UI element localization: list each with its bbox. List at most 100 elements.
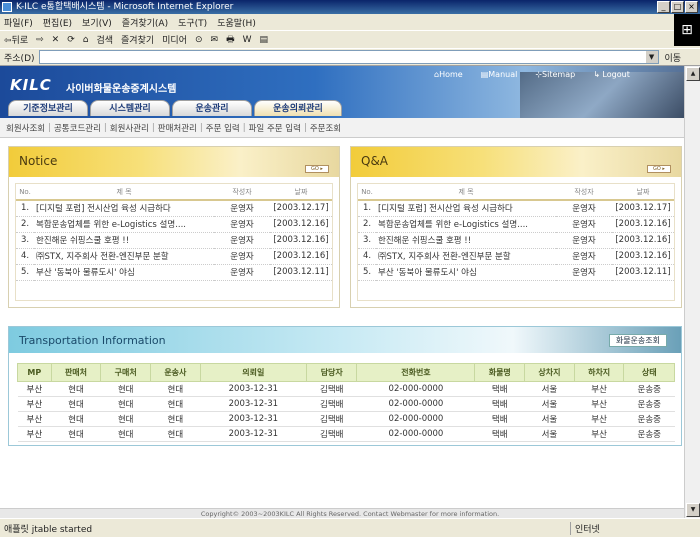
vertical-scrollbar[interactable]: ▲ ▼ [684,66,700,518]
media-button[interactable]: 미디어 [162,33,187,46]
tab-base-info[interactable]: 기준정보관리 [8,100,88,116]
notice-link[interactable]: 복합운송업체를 위한 e-Logistics 설명.... [34,216,214,233]
transport-table: MP 판매처 구매처 운송사 의뢰일 담당자 전화번호 화물명 상차지 하차지 … [17,363,675,442]
table-row[interactable]: 부산 현대 현대 현대 2003-12-31 김택배 02-000-0000 택배 서울 부산 운송… [17,411,675,427]
windows-logo-icon: ⊞ [674,14,700,46]
forward-button[interactable]: ⇨ [36,35,44,45]
stop-button[interactable]: ✕ [52,35,60,45]
qa-link[interactable]: 한진해운 쉬핑스쿨 호평 !! [376,232,556,249]
title-bar: K-ILC e통합택배시스템 - Microsoft Internet Expl… [0,0,700,14]
home-button[interactable]: ⌂ [83,35,89,45]
back-button[interactable]: ⇦뒤로 [4,33,28,46]
subnav-member-search[interactable]: 회원사조회 [6,122,45,134]
col-author: 작성자 [556,184,612,201]
subnav-member-manage[interactable]: 회원사관리 [110,122,149,134]
table-row[interactable]: 부산 현대 현대 현대 2003-12-31 김택배 02-000-0000 택배 서울 부산 운송… [17,381,675,397]
table-row[interactable]: 2. 복합운송업체를 위한 e-Logistics 설명.... 운영자 [2003.… [16,216,332,233]
subnav-separator: | [151,122,155,133]
subnav-file-order-entry[interactable]: 파일 주문 입력 [249,122,301,134]
address-bar: 주소(D) ▼ 이동 [0,48,700,66]
table-row[interactable]: 4. ㈜STX, 지주회사 전환-엔진부문 분할 운영자 [2003.12.16] [16,248,332,265]
notice-link[interactable]: [디지털 포럼] 전시산업 육성 시급하다 [34,200,214,217]
word-button[interactable]: W [243,35,252,45]
subnav-seller-manage[interactable]: 판매처관리 [158,122,197,134]
subnav-order-entry[interactable]: 주문 입력 [206,122,240,134]
scroll-down-button[interactable]: ▼ [686,503,700,517]
search-button[interactable]: 검색 [96,33,113,46]
toolbar: ⇦뒤로 ⇨ ✕ ⟳ ⌂ 검색 즐겨찾기 미디어 ⊙ ✉ 🖶 W ▤ [0,30,674,48]
history-button[interactable]: ⊙ [195,35,203,45]
col-author: 작성자 [214,184,270,201]
table-row[interactable]: 부산 현대 현대 현대 2003-12-31 김택배 02-000-0000 택배 서울 부산 운송… [17,426,675,442]
table-row[interactable]: 1. [디지털 포럼] 전시산업 육성 시급하다 운영자 [2003.12.17] [16,200,332,217]
address-dropdown-button[interactable]: ▼ [645,51,658,63]
subnav-common-code[interactable]: 공통코드관리 [54,122,101,134]
notice-go-button[interactable]: GO ▸ [305,165,329,173]
table-row[interactable]: 5. 부산 '동북아 물류도시' 야심 운영자 [2003.12.11] [16,264,332,281]
qa-link[interactable]: 복합운송업체를 위한 e-Logistics 설명.... [376,216,556,233]
col-cargo: 화물명 [474,363,526,382]
col-phone: 전화번호 [356,363,476,382]
notice-title: Notice [19,154,58,168]
qa-link[interactable]: ㈜STX, 지주회사 전환-엔진부문 분할 [376,248,556,265]
qa-link[interactable]: 부산 '동북아 물류도시' 야심 [376,264,556,281]
maximize-button[interactable]: □ [671,1,684,13]
menu-help[interactable]: 도움말(H) [217,16,256,29]
table-row[interactable]: 2. 복합운송업체를 위한 e-Logistics 설명.... 운영자 [2003.… [358,216,674,233]
notice-link[interactable]: 한진해운 쉬핑스쿨 호평 !! [34,232,214,249]
minimize-button[interactable]: _ [657,1,670,13]
refresh-button[interactable]: ⟳ [67,35,75,45]
menu-favorites[interactable]: 즐겨찾기(A) [122,16,168,29]
table-row[interactable]: 5. 부산 '동북아 물류도시' 야심 운영자 [2003.12.11] [358,264,674,281]
table-row[interactable]: 부산 현대 현대 현대 2003-12-31 김택배 02-000-0000 택배 서울 부산 운송… [17,396,675,412]
print-button[interactable]: 🖶 [226,32,235,48]
col-unloading: 하차지 [573,363,625,382]
col-no: No. [358,184,376,201]
col-buyer: 구매처 [100,363,152,382]
tab-transport-request[interactable]: 운송의뢰관리 [254,100,342,116]
table-row[interactable]: 3. 한진해운 쉬핑스쿨 호평 !! 운영자 [2003.12.16] [16,232,332,249]
col-date: 날짜 [612,184,674,201]
notice-link[interactable]: 부산 '동북아 물류도시' 야심 [34,264,214,281]
close-button[interactable]: × [685,1,698,13]
tab-system[interactable]: 시스템관리 [90,100,170,116]
logout-link[interactable]: ↳ Logout [593,70,630,79]
table-row[interactable]: 4. ㈜STX, 지주회사 전환-엔진부문 분할 운영자 [2003.12.16] [358,248,674,265]
subnav-separator: | [199,122,203,133]
ie-icon [2,2,12,12]
col-seller: 판매처 [50,363,102,382]
go-button[interactable]: 이동 [665,51,682,64]
qa-link[interactable]: [디지털 포럼] 전시산업 육성 시급하다 [376,200,556,217]
home-link[interactable]: ⌂Home [434,70,463,79]
subnav-separator: | [303,122,307,133]
col-carrier: 운송사 [150,363,201,382]
favorites-button[interactable]: 즐겨찾기 [121,33,154,46]
table-row[interactable]: 1. [디지털 포럼] 전시산업 육성 시급하다 운영자 [2003.12.17] [358,200,674,217]
site-header: KILC 사이버화물운송중계시스템 ⌂Home ▤Manual ⊹Sitemap… [0,66,700,118]
menu-file[interactable]: 파일(F) [4,16,33,29]
cargo-search-button[interactable]: 화물운송조회 [608,334,667,347]
address-input[interactable]: ▼ [38,50,659,64]
menu-tools[interactable]: 도구(T) [178,16,207,29]
mail-button[interactable]: ✉ [211,35,219,45]
notice-link[interactable]: ㈜STX, 지주회사 전환-엔진부문 분할 [34,248,214,265]
subnav-order-search[interactable]: 주문조회 [310,122,341,134]
transport-header: Transportation Information 화물운송조회 [9,327,681,353]
main-tabs: 기준정보관리 시스템관리 운송관리 운송의뢰관리 [8,100,342,116]
scroll-up-button[interactable]: ▲ [686,67,700,81]
sitemap-link[interactable]: ⊹Sitemap [535,70,575,79]
table-row[interactable]: 3. 한진해운 쉬핑스쿨 호평 !! 운영자 [2003.12.16] [358,232,674,249]
sub-navigation: 회원사조회 | 공통코드관리 | 회원사관리 | 판매처관리 | 주문 입력 | 파일 주… [0,118,700,138]
col-date: 날짜 [270,184,332,201]
qa-go-button[interactable]: GO ▸ [647,165,671,173]
browser-window: K-ILC e통합택배시스템 - Microsoft Internet Expl… [0,0,700,537]
address-label: 주소(D) [4,53,35,64]
kilc-logo[interactable]: KILC [10,76,52,94]
menu-edit[interactable]: 편집(E) [43,16,72,29]
tab-transport[interactable]: 운송관리 [172,100,252,116]
manual-link[interactable]: ▤Manual [481,70,518,79]
page-content: KILC 사이버화물운송중계시스템 ⌂Home ▤Manual ⊹Sitemap… [0,66,700,518]
discuss-button[interactable]: ▤ [260,35,269,45]
menu-view[interactable]: 보기(V) [82,16,112,29]
col-status: 상태 [623,363,675,382]
